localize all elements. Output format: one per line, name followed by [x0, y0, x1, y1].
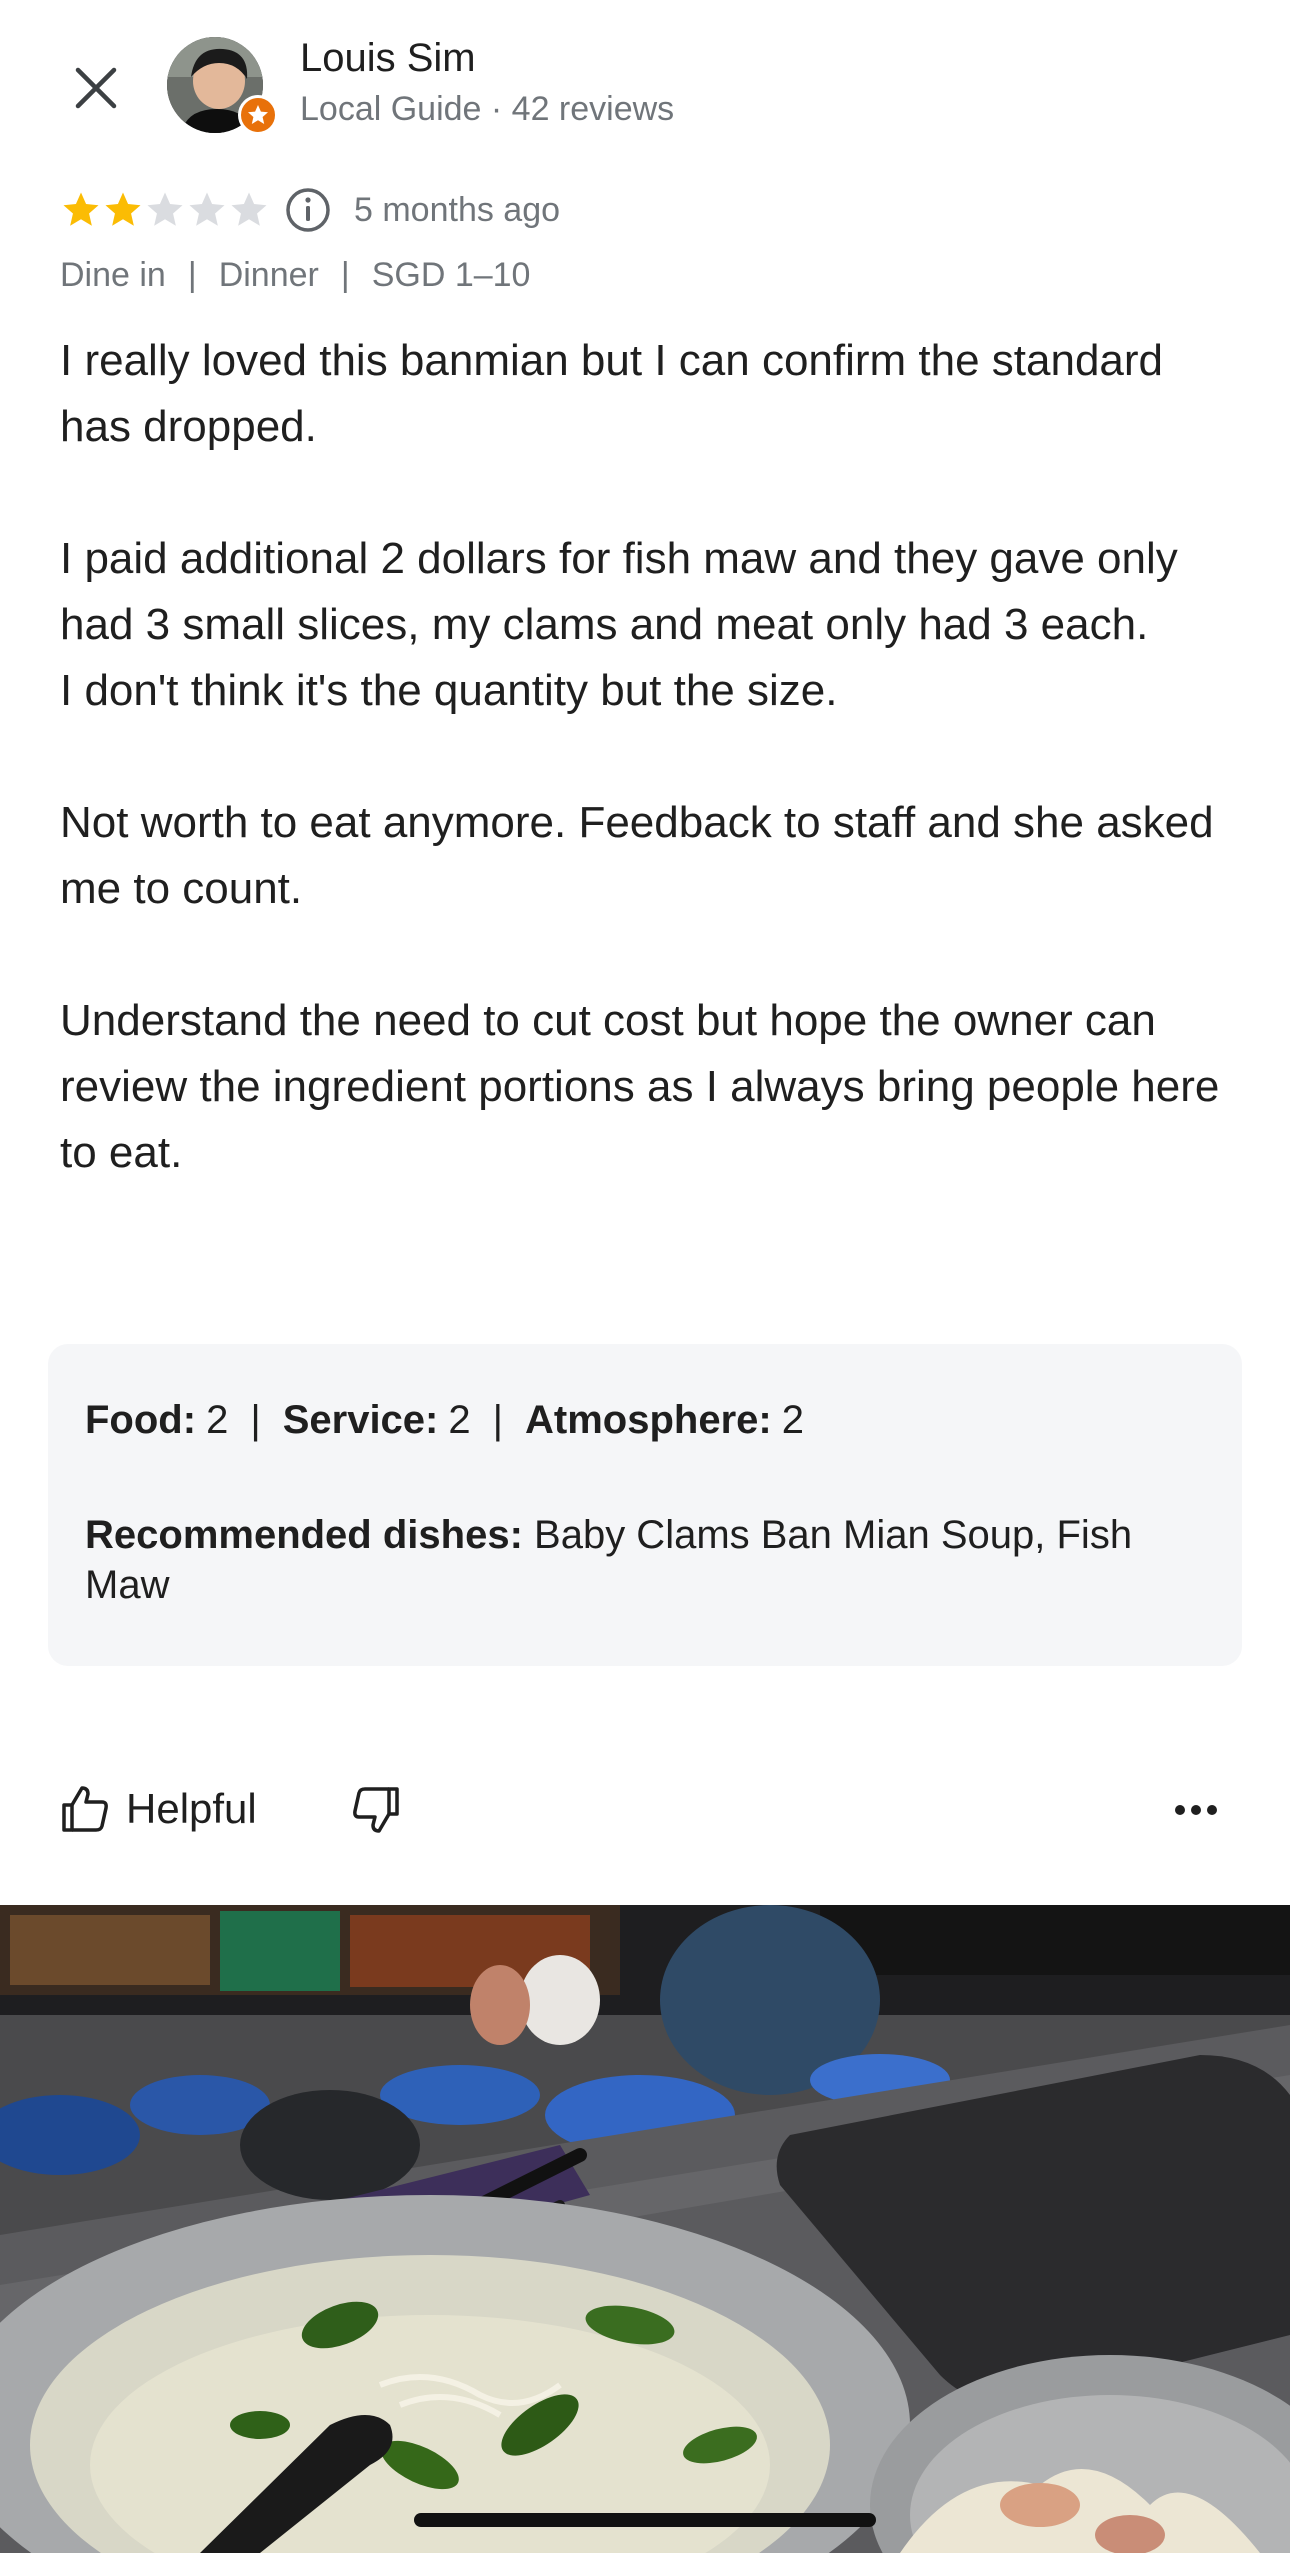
helpful-label: Helpful [126, 1785, 257, 1832]
author-name[interactable]: Louis Sim [300, 36, 476, 81]
sub-rating-label: Food: [85, 1398, 197, 1442]
sub-rating-value: 2 [206, 1398, 229, 1442]
thumbs-up-icon [62, 1786, 108, 1832]
rating-row: 5 months ago [60, 185, 560, 235]
recommended-label: Recommended dishes: [85, 1513, 523, 1557]
star-empty-icon [147, 192, 183, 226]
more-options-button[interactable] [1166, 1778, 1226, 1842]
review-tag: Dine in [60, 256, 166, 294]
not-helpful-button[interactable] [344, 1778, 408, 1842]
review-body: I really loved this banmian but I can co… [60, 328, 1230, 1186]
ratings-card: Food: 2 | Service: 2 | Atmosphere: 2 Recommende… [48, 1344, 1242, 1666]
star-empty-icon [231, 192, 267, 226]
star-badge-icon [248, 105, 268, 124]
review-paragraph: I paid additional 2 dollars for fish maw… [60, 534, 1178, 649]
home-indicator[interactable] [414, 2513, 876, 2527]
review-actions: Helpful [0, 1770, 1290, 1850]
local-guide-badge [238, 95, 278, 135]
rating-separator: | [250, 1398, 261, 1442]
review-time: 5 months ago [354, 190, 561, 229]
review-tag: Dinner [218, 256, 319, 294]
close-icon [75, 67, 117, 109]
review-paragraph: I don't think it's the quantity but the … [60, 666, 838, 715]
sub-rating-label: Service: [282, 1398, 439, 1442]
info-icon [286, 188, 330, 232]
star-empty-icon [189, 192, 225, 226]
review-header: Louis Sim Local Guide · 42 reviews [0, 0, 1290, 180]
tag-separator: | [187, 256, 197, 294]
tag-separator: | [340, 256, 350, 294]
author-meta[interactable]: Local Guide · 42 reviews [300, 90, 674, 129]
thumbs-down-icon [353, 1787, 399, 1833]
sub-ratings: Food: 2 | Service: 2 | Atmosphere: 2 [85, 1398, 804, 1443]
star-rating [60, 189, 270, 231]
sub-rating-value: 2 [448, 1398, 471, 1442]
star-filled-icon [63, 192, 99, 226]
review-paragraph: I really loved this banmian but I can co… [60, 336, 1164, 451]
helpful-button[interactable]: Helpful [58, 1776, 257, 1842]
review-tag: SGD 1–10 [371, 256, 531, 294]
close-button[interactable] [60, 52, 132, 124]
review-paragraph: Understand the need to cut cost but hope… [60, 996, 1220, 1177]
sub-rating-label: Atmosphere: [525, 1398, 772, 1442]
more-horizontal-icon [1175, 1805, 1217, 1815]
info-button[interactable] [284, 186, 332, 234]
review-photo[interactable] [0, 1905, 1290, 2553]
review-tags: Dine in | Dinner | SGD 1–10 [60, 256, 530, 295]
food-photo-image [0, 1905, 1290, 2553]
rating-separator: | [492, 1398, 504, 1442]
star-filled-icon [105, 192, 141, 226]
sub-rating-value: 2 [781, 1398, 804, 1442]
review-paragraph: Not worth to eat anymore. Feedback to st… [60, 798, 1214, 913]
recommended-dishes: Recommended dishes: Baby Clams Ban Mian … [85, 1510, 1205, 1610]
